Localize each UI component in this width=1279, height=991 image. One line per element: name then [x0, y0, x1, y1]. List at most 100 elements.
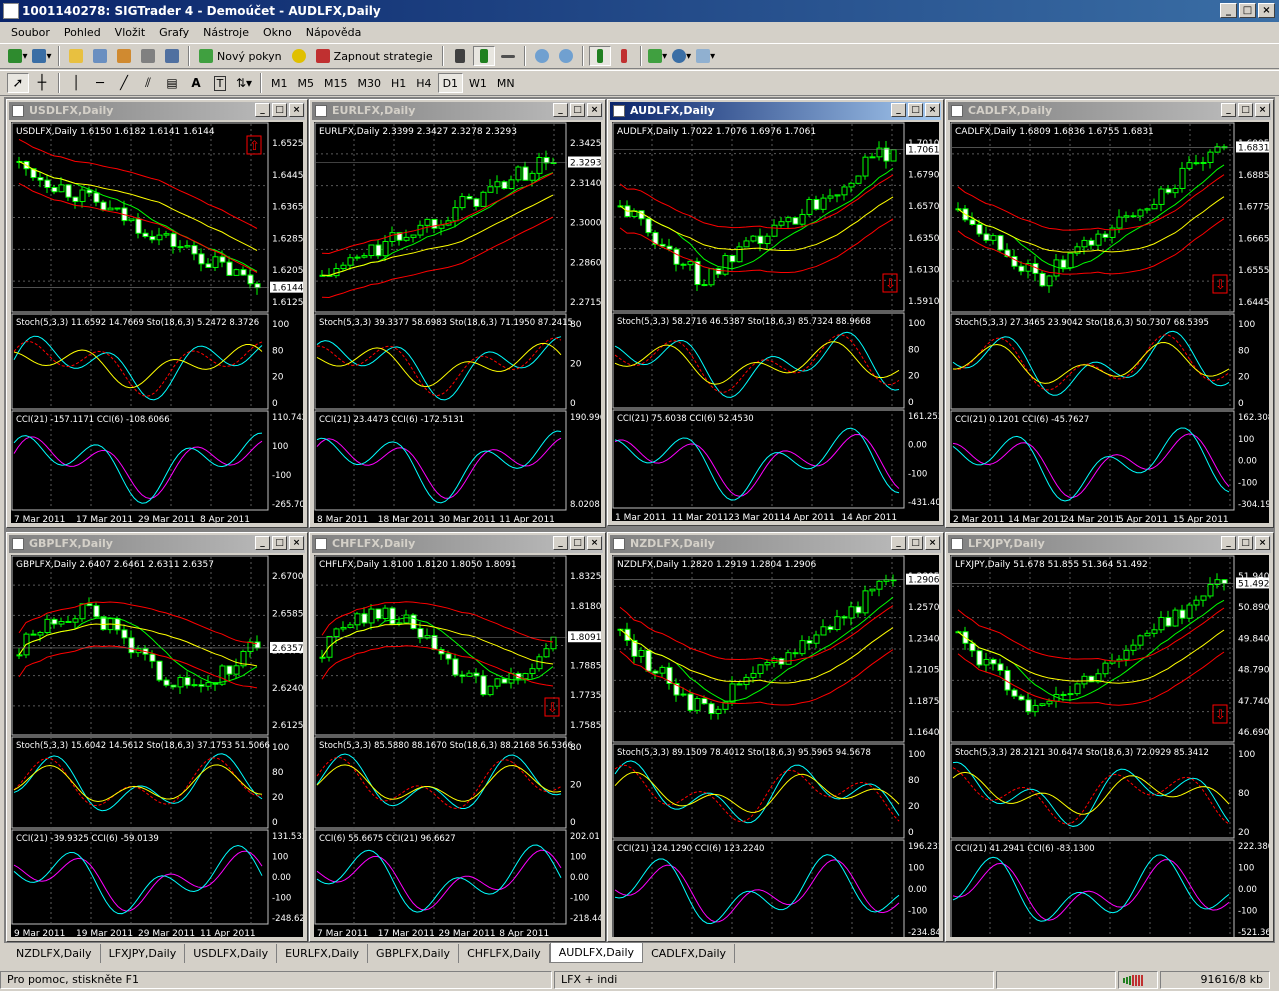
- chart-maximize-button[interactable]: □: [1238, 103, 1253, 117]
- terminal-button[interactable]: [137, 46, 159, 66]
- chart-window-titlebar[interactable]: NZDLFX,Daily _ □ ×: [610, 535, 941, 553]
- auto-scroll-button[interactable]: [588, 46, 611, 66]
- chart-canvas[interactable]: 1.69951.68851.67751.66651.65551.64451.68…: [950, 122, 1269, 523]
- chart-maximize-button[interactable]: □: [1238, 536, 1253, 550]
- tf-m1[interactable]: M1: [267, 73, 292, 93]
- chart-maximize-button[interactable]: □: [272, 536, 287, 550]
- chart-svg[interactable]: 1.70101.67901.65701.63501.61301.59101.70…: [612, 122, 939, 521]
- chart-close-button[interactable]: ×: [1255, 536, 1270, 550]
- menu-nastroje[interactable]: Nástroje: [196, 26, 256, 39]
- chart-svg[interactable]: 1.69951.68851.67751.66651.65551.64451.68…: [950, 122, 1269, 523]
- chart-svg[interactable]: 1.28051.25701.23401.21051.18751.16401.29…: [612, 555, 939, 937]
- expert-button[interactable]: [288, 46, 310, 66]
- zoom-in-button[interactable]: [531, 46, 553, 66]
- chart-canvas[interactable]: 1.70101.67901.65701.63501.61301.59101.70…: [612, 122, 939, 521]
- chart-window-titlebar[interactable]: GBPLFX,Daily _ □ ×: [9, 535, 305, 553]
- chart-svg[interactable]: 1.6525 1.6445 1.6365 1.6285 1.6205 1.6125 1.61…: [11, 122, 303, 523]
- chart-minimize-button[interactable]: _: [891, 103, 906, 117]
- menu-grafy[interactable]: Grafy: [152, 26, 196, 39]
- tf-h4[interactable]: H4: [412, 73, 435, 93]
- chart-shift-button[interactable]: [613, 46, 635, 66]
- chart-window-lfxjpy[interactable]: LFXJPY,Daily _ □ × 51.940 50.890 49.840 48.790…: [945, 532, 1274, 942]
- chart-canvas[interactable]: 2.67002.65852.64702.62402.61252.6357GBPL…: [11, 555, 303, 937]
- auto-trading-button[interactable]: Zapnout strategie: [312, 46, 437, 66]
- chart-maximize-button[interactable]: □: [570, 103, 585, 117]
- menu-vlozit[interactable]: Vložit: [108, 26, 152, 39]
- chart-canvas[interactable]: 1.28051.25701.23401.21051.18751.16401.29…: [612, 555, 939, 937]
- chart-maximize-button[interactable]: □: [272, 103, 287, 117]
- tf-m30[interactable]: M30: [354, 73, 386, 93]
- horizontal-line-tool[interactable]: ─: [89, 73, 111, 93]
- crosshair-tool[interactable]: ┼: [31, 73, 53, 93]
- chart-svg[interactable]: 51.94050.89049.84048.79047.74046.69051.4…: [950, 555, 1269, 937]
- tf-m15[interactable]: M15: [320, 73, 352, 93]
- channel-tool[interactable]: ⫽: [137, 73, 159, 93]
- chart-close-button[interactable]: ×: [587, 103, 602, 117]
- chart-canvas[interactable]: 51.940 50.890 49.840 48.790 47.740 46.690 51.4…: [950, 555, 1269, 937]
- tab-eurlfx[interactable]: EURLFX,Daily: [277, 944, 369, 963]
- bar-chart-button[interactable]: [449, 46, 471, 66]
- tab-gbplfx[interactable]: GBPLFX,Daily: [368, 944, 460, 963]
- arrows-tool[interactable]: ⇅▾: [233, 73, 255, 93]
- zoom-out-button[interactable]: [555, 46, 577, 66]
- tab-audlfx[interactable]: AUDLFX,Daily: [549, 943, 644, 963]
- maximize-button[interactable]: □: [1239, 3, 1256, 18]
- chart-window-titlebar[interactable]: CHFLFX,Daily _ □ ×: [312, 535, 603, 553]
- chart-svg[interactable]: 1.83251.81801.80351.78851.77351.75851.80…: [314, 555, 601, 937]
- chart-canvas[interactable]: 1.83251.81801.80351.78851.77351.75851.80…: [314, 555, 601, 937]
- minimize-button[interactable]: _: [1220, 3, 1237, 18]
- chart-minimize-button[interactable]: _: [255, 103, 270, 117]
- periods-button[interactable]: ▾: [671, 46, 693, 66]
- chart-minimize-button[interactable]: _: [1221, 536, 1236, 550]
- chart-minimize-button[interactable]: _: [255, 536, 270, 550]
- tester-button[interactable]: [161, 46, 183, 66]
- chart-close-button[interactable]: ×: [1255, 103, 1270, 117]
- tf-m5[interactable]: M5: [294, 73, 319, 93]
- label-tool[interactable]: T: [209, 73, 231, 93]
- tf-h1[interactable]: H1: [387, 73, 410, 93]
- chart-close-button[interactable]: ×: [289, 103, 304, 117]
- navigator-button[interactable]: [113, 46, 135, 66]
- chart-window-titlebar[interactable]: LFXJPY,Daily _ □ ×: [948, 535, 1271, 553]
- tf-w1[interactable]: W1: [465, 73, 491, 93]
- chart-window-titlebar[interactable]: CADLFX,Daily _ □ ×: [948, 102, 1271, 120]
- chart-minimize-button[interactable]: _: [553, 103, 568, 117]
- chart-window-eurlfx[interactable]: EURLFX,Daily _ □ × 2.3425 2.3140 2.3000 2.2860…: [309, 99, 606, 528]
- new-chart-button[interactable]: ▾: [7, 46, 29, 66]
- trendline-tool[interactable]: ╱: [113, 73, 135, 93]
- market-watch-button[interactable]: [65, 46, 87, 66]
- tab-nzdlfx[interactable]: NZDLFX,Daily: [8, 944, 101, 963]
- chart-maximize-button[interactable]: □: [570, 536, 585, 550]
- vertical-line-tool[interactable]: │: [65, 73, 87, 93]
- chart-minimize-button[interactable]: _: [553, 536, 568, 550]
- tf-mn[interactable]: MN: [493, 73, 519, 93]
- chart-window-gbplfx[interactable]: GBPLFX,Daily_□× 2.67002.65852.64702.6240…: [6, 532, 308, 942]
- line-chart-button[interactable]: [497, 46, 519, 66]
- chart-window-usdlfx[interactable]: USDLFX,Daily _ □ × 1.6525 1.6445 1.6365 1.6285…: [6, 99, 308, 528]
- chart-window-nzdlfx[interactable]: NZDLFX,Daily_□× 1.28051.25701.23401.2105…: [607, 532, 944, 942]
- menu-napoveda[interactable]: Nápověda: [299, 26, 369, 39]
- chart-canvas[interactable]: 1.6525 1.6445 1.6365 1.6285 1.6205 1.6125 1.61…: [11, 122, 303, 523]
- chart-window-titlebar[interactable]: EURLFX,Daily _ □ ×: [312, 102, 603, 120]
- menu-okno[interactable]: Okno: [256, 26, 299, 39]
- chart-close-button[interactable]: ×: [289, 536, 304, 550]
- chart-window-audlfx[interactable]: AUDLFX,Daily_□× 1.70101.67901.65701.6350…: [607, 99, 944, 526]
- data-window-button[interactable]: [89, 46, 111, 66]
- chart-window-cadlfx[interactable]: CADLFX,Daily_□× 1.69951.68851.67751.6665…: [945, 99, 1274, 528]
- menu-soubor[interactable]: Soubor: [4, 26, 57, 39]
- chart-close-button[interactable]: ×: [587, 536, 602, 550]
- new-order-button[interactable]: Nový pokyn: [195, 46, 286, 66]
- candle-chart-button[interactable]: [472, 46, 495, 66]
- chart-close-button[interactable]: ×: [925, 536, 940, 550]
- chart-window-chflfx[interactable]: CHFLFX,Daily_□× 1.83251.81801.80351.7885…: [309, 532, 606, 942]
- tab-cadlfx[interactable]: CADLFX,Daily: [643, 944, 736, 963]
- chart-canvas[interactable]: 2.3425 2.3140 2.3000 2.2860 2.2715 2.3293 EURL…: [314, 122, 601, 523]
- tf-d1[interactable]: D1: [437, 73, 464, 93]
- chart-minimize-button[interactable]: _: [891, 536, 906, 550]
- close-button[interactable]: ×: [1258, 3, 1275, 18]
- indicators-button[interactable]: ▾: [647, 46, 669, 66]
- chart-close-button[interactable]: ×: [925, 103, 940, 117]
- text-tool[interactable]: A: [185, 73, 207, 93]
- fibonacci-tool[interactable]: ▤: [161, 73, 183, 93]
- chart-svg[interactable]: 2.3425 2.3140 2.3000 2.2860 2.2715 2.3293 EURL…: [314, 122, 601, 523]
